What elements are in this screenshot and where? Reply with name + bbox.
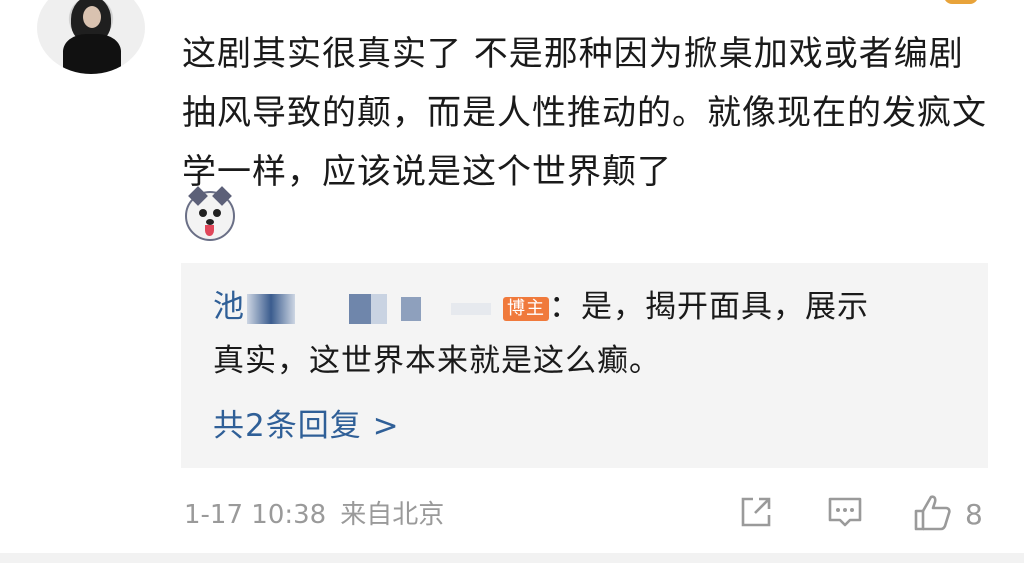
comment-button[interactable]: [826, 493, 864, 533]
share-button[interactable]: [737, 493, 775, 533]
blurred-name-part: [247, 293, 295, 324]
like-icon: [914, 495, 951, 531]
emoji-eye-right: [213, 209, 221, 217]
reply-text-continued: 真实，这世界本来就是这么癫。: [213, 343, 661, 379]
husky-emoji-icon: [185, 186, 235, 241]
avatar-face: [83, 6, 101, 28]
emoji-eye-left: [199, 209, 207, 217]
share-icon: [741, 497, 771, 527]
comment-text: 这剧其实很真实了 不是那种因为掀桌加戏或者编剧抽风导致的颠，而是人性推动的。就像…: [182, 34, 987, 192]
avatar[interactable]: [37, 0, 145, 74]
reply-line-1: 池 博主 ：是，揭开面具，展示: [213, 285, 869, 329]
view-replies-link[interactable]: 共2条回复 >: [213, 404, 400, 448]
reply-author-name[interactable]: 池: [213, 289, 245, 325]
like-button[interactable]: [912, 493, 954, 533]
blurred-name-part: [451, 302, 491, 315]
comment-time: 1-17 10:38: [184, 500, 327, 530]
reply-box[interactable]: 池 博主 ：是，揭开面具，展示 真实，这世界本来就是这么癫。 共2条回复 >: [181, 263, 988, 468]
section-divider: [0, 553, 1024, 563]
avatar-body: [63, 34, 121, 74]
comment-location: 来自北京: [340, 500, 445, 530]
blurred-name-part: [371, 293, 387, 324]
reply-text-start: ：是，揭开面具，展示: [549, 289, 869, 325]
blurred-name-part: [349, 293, 371, 324]
comment-meta: 1-17 10:38 来自北京: [184, 495, 444, 535]
blurred-name-part: [401, 296, 421, 321]
crown-icon: [944, 0, 978, 4]
emoji-tongue: [205, 225, 214, 236]
like-count: 8: [965, 498, 983, 531]
comment-icon: [828, 497, 862, 527]
author-badge: 博主: [503, 296, 549, 321]
